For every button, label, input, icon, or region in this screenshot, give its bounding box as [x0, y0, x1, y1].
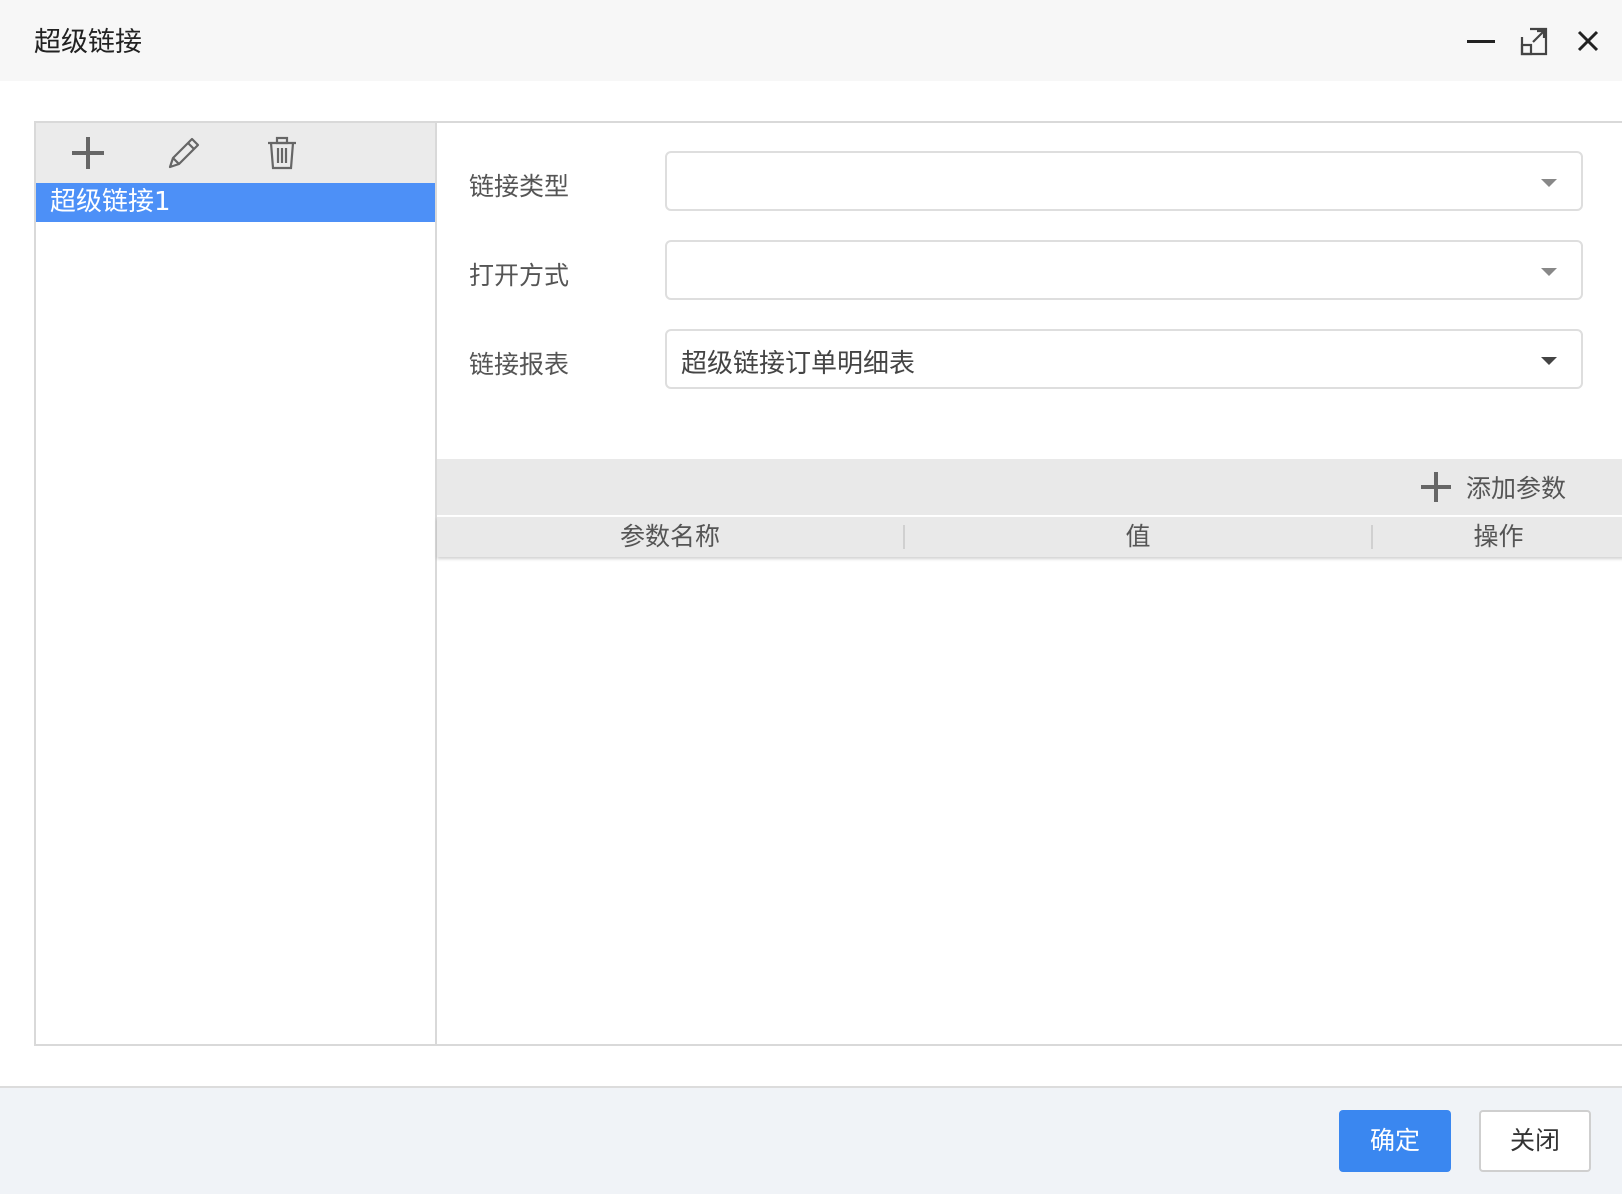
link-report-label: 链接报表	[469, 350, 570, 379]
add-param-label: 添加参数	[1465, 474, 1566, 503]
add-param-button[interactable]: 添加参数	[1420, 469, 1566, 505]
dialog-footer: 确定 关闭	[0, 1086, 1622, 1194]
column-header-value[interactable]: 值	[905, 517, 1371, 557]
column-header-param-name[interactable]: 参数名称	[437, 517, 903, 557]
open-mode-label: 打开方式	[469, 261, 570, 290]
dialog-titlebar: 超级链接	[0, 0, 1622, 81]
chevron-down-icon	[1541, 179, 1557, 187]
dialog-title: 超级链接	[34, 27, 142, 58]
plus-icon	[1420, 472, 1451, 502]
plus-icon[interactable]	[70, 135, 106, 171]
params-toolbar: 添加参数	[437, 459, 1622, 515]
pencil-icon[interactable]	[166, 135, 202, 171]
hyperlink-list-panel: 超级链接1	[36, 123, 437, 1044]
link-report-select[interactable]: 超级链接订单明细表	[665, 329, 1583, 389]
link-type-select[interactable]	[665, 151, 1583, 211]
hyperlink-settings-panel: 链接类型 打开方式 链接报表 超级链接订单明细表 添加参数 参数名称 值 操作	[437, 123, 1622, 1044]
maximize-icon[interactable]	[1516, 23, 1552, 59]
trash-icon[interactable]	[264, 135, 300, 171]
link-type-label: 链接类型	[469, 172, 570, 201]
open-mode-select[interactable]	[665, 240, 1583, 300]
content-frame: 超级链接1 链接类型 打开方式 链接报表 超级链接订单明细表 添加参数 参数名称…	[34, 121, 1622, 1046]
minimize-icon[interactable]	[1464, 23, 1500, 59]
close-button[interactable]: 关闭	[1479, 1110, 1591, 1172]
link-report-value: 超级链接订单明细表	[681, 349, 916, 379]
confirm-button[interactable]: 确定	[1339, 1110, 1451, 1172]
list-toolbar	[36, 123, 435, 183]
close-icon[interactable]	[1570, 23, 1606, 59]
list-item[interactable]: 超级链接1	[36, 183, 435, 222]
chevron-down-icon	[1541, 357, 1557, 365]
column-header-actions[interactable]: 操作	[1373, 517, 1622, 557]
params-table-header: 参数名称 值 操作	[437, 517, 1622, 557]
chevron-down-icon	[1541, 268, 1557, 276]
